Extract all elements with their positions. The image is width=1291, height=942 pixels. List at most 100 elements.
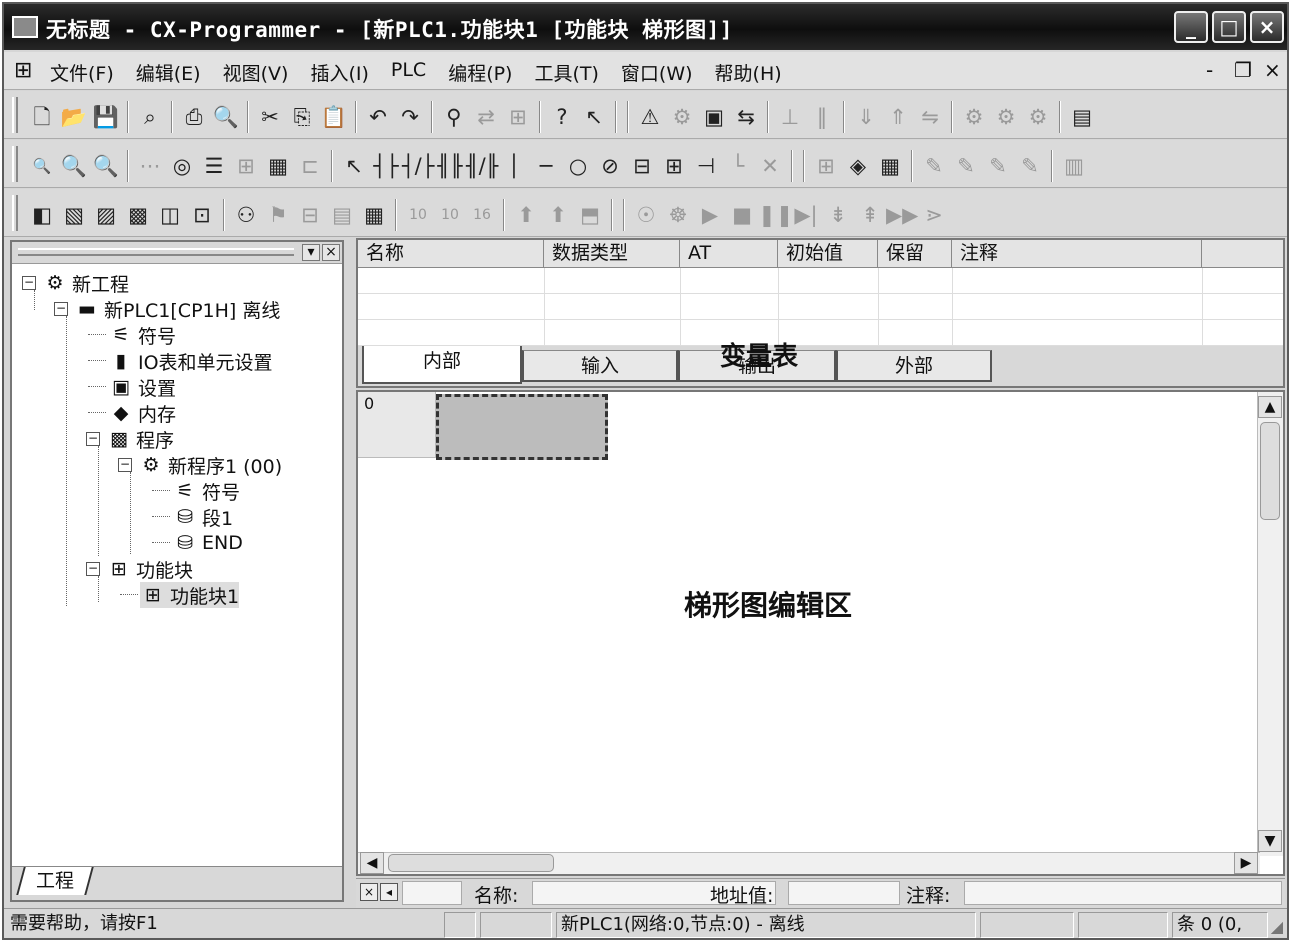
- zoom-out-icon[interactable]: 🔍: [26, 151, 58, 181]
- output-window-icon[interactable]: ▧: [58, 200, 90, 230]
- fb-window-icon[interactable]: ⊟: [294, 200, 326, 230]
- coil-icon[interactable]: ○: [562, 151, 594, 181]
- calendar-icon[interactable]: ▦: [874, 151, 906, 181]
- pause-icon[interactable]: ‖: [806, 102, 838, 132]
- col-datatype[interactable]: 数据类型: [544, 240, 680, 267]
- toolbar-more-icon[interactable]: ▥: [1058, 151, 1090, 181]
- scroll-right-button[interactable]: ▶: [1234, 852, 1258, 874]
- set-icon[interactable]: ⬆: [510, 200, 542, 230]
- set-value-icon[interactable]: ⬒: [574, 200, 606, 230]
- scroll-down-button[interactable]: ▼: [1258, 830, 1282, 852]
- tree-section-node[interactable]: ⛁ 段1: [172, 504, 233, 530]
- address-window-icon[interactable]: ▩: [122, 200, 154, 230]
- print-preview-icon[interactable]: 🔍: [210, 102, 242, 132]
- online-edit-cancel-icon[interactable]: ✎: [950, 151, 982, 181]
- toolbar-grip[interactable]: [12, 195, 18, 231]
- force-off-icon[interactable]: ⚙: [990, 102, 1022, 132]
- find-icon[interactable]: ⚲: [438, 102, 470, 132]
- tree-fb1-node[interactable]: ⊞ 功能块1: [140, 582, 240, 608]
- toolbar-grip[interactable]: [12, 146, 18, 182]
- coil-nc-icon[interactable]: ⊘: [594, 151, 626, 181]
- horizontal-scroll-thumb[interactable]: [388, 854, 554, 872]
- redo-icon[interactable]: ↷: [394, 102, 426, 132]
- mdi-restore-button[interactable]: ❐: [1234, 58, 1252, 82]
- run-mode-icon[interactable]: ⊥: [774, 102, 806, 132]
- cross-ref-icon[interactable]: ◫: [154, 200, 186, 230]
- simulator-icon[interactable]: ☉: [630, 200, 662, 230]
- online-edit-end-icon[interactable]: ✎: [1014, 151, 1046, 181]
- download-icon[interactable]: ⇓: [850, 102, 882, 132]
- compare-icon[interactable]: ⇋: [914, 102, 946, 132]
- continuous-step-icon[interactable]: ▶▶: [886, 200, 918, 230]
- monitor-icon[interactable]: ▣: [698, 102, 730, 132]
- ladder-editor[interactable]: 0 梯形图编辑区 ▲ ▼ ◀ ▶: [356, 390, 1285, 876]
- online-edit-icon[interactable]: ✎: [918, 151, 950, 181]
- vertical-scroll-thumb[interactable]: [1260, 422, 1280, 520]
- undo-icon[interactable]: ↶: [362, 102, 394, 132]
- menu-edit[interactable]: 编辑(E): [136, 59, 201, 86]
- document-icon[interactable]: ⊞: [14, 58, 32, 83]
- address-reference-icon[interactable]: ⊞: [502, 102, 534, 132]
- tree-plc-node[interactable]: − ▬ 新PLC1[CP1H] 离线: [54, 296, 280, 322]
- online-edit-send-icon[interactable]: ✎: [982, 151, 1014, 181]
- tree-newprog-node[interactable]: − ⚙ 新程序1 (00): [118, 452, 282, 478]
- force-cancel-icon[interactable]: ⚙: [1022, 102, 1054, 132]
- warning-icon[interactable]: ⚠: [634, 102, 666, 132]
- list-icon[interactable]: ☰: [198, 151, 230, 181]
- pause-sim-icon[interactable]: ❚❚: [758, 200, 793, 230]
- rung-number[interactable]: 0: [358, 392, 436, 458]
- scroll-up-button[interactable]: ▲: [1258, 396, 1282, 418]
- zoom-in-icon[interactable]: 🔍: [90, 151, 122, 181]
- stack-icon[interactable]: ◈: [842, 151, 874, 181]
- ladder-cursor[interactable]: [436, 394, 608, 460]
- variable-table-body[interactable]: [358, 268, 1283, 346]
- pane-close-button[interactable]: ×: [322, 244, 340, 261]
- paste-icon[interactable]: 📋: [318, 102, 350, 132]
- grid-icon[interactable]: ⋯: [134, 151, 166, 181]
- plc-info-icon[interactable]: ▤: [1066, 102, 1098, 132]
- tree-end-node[interactable]: ⛁ END: [172, 530, 243, 556]
- contact-no-icon[interactable]: ┤├: [370, 151, 402, 181]
- run-icon[interactable]: ▶: [694, 200, 726, 230]
- tree-memory-node[interactable]: ◆ 内存: [108, 400, 176, 426]
- contact-or-no-icon[interactable]: ╢╟: [434, 151, 466, 181]
- horizontal-line-icon[interactable]: ─: [530, 151, 562, 181]
- tree-symbols-node[interactable]: ⚟ 符号: [108, 322, 176, 348]
- menu-window[interactable]: 窗口(W): [621, 59, 693, 86]
- help-icon[interactable]: ?: [546, 102, 578, 132]
- tab-project[interactable]: 工程: [16, 867, 94, 895]
- tab-internal[interactable]: 内部: [362, 346, 522, 384]
- print-icon[interactable]: ⎙: [178, 102, 210, 132]
- properties-window-icon[interactable]: ⊡: [186, 200, 218, 230]
- show-comments-icon[interactable]: ◎: [166, 151, 198, 181]
- pane-dock-button[interactable]: ▾: [302, 244, 320, 261]
- tree-programs-node[interactable]: − ▩ 程序: [86, 426, 174, 452]
- rung-icon[interactable]: ⊞: [230, 151, 262, 181]
- collapse-toggle[interactable]: −: [118, 458, 132, 472]
- fb-param-icon[interactable]: ⊣: [690, 151, 722, 181]
- contact-or-nc-icon[interactable]: ╢/╟: [466, 151, 498, 181]
- sim-setup-icon[interactable]: ☸: [662, 200, 694, 230]
- app-icon[interactable]: [12, 16, 38, 38]
- contact-nc-icon[interactable]: ┤/├: [402, 151, 434, 181]
- mdi-minimize-button[interactable]: -: [1206, 58, 1213, 82]
- menu-plc[interactable]: PLC: [391, 59, 426, 86]
- instruction-icon[interactable]: ⊟: [626, 151, 658, 181]
- reset-icon[interactable]: ⬆: [542, 200, 574, 230]
- diagram-icon[interactable]: ⊞: [810, 151, 842, 181]
- tab-input[interactable]: 输入: [522, 350, 678, 382]
- collapse-toggle[interactable]: −: [54, 302, 68, 316]
- replace-icon[interactable]: ⇄: [470, 102, 502, 132]
- tree-root-node[interactable]: − ⚙ 新工程: [22, 270, 129, 296]
- col-at[interactable]: AT: [680, 240, 778, 267]
- open-folder-icon[interactable]: 📂: [58, 102, 90, 132]
- online-icon[interactable]: ⚙: [666, 102, 698, 132]
- upload-icon[interactable]: ⇑: [882, 102, 914, 132]
- tree-prog-symbols-node[interactable]: ⚟ 符号: [172, 478, 240, 504]
- mdi-close-button[interactable]: ×: [1264, 58, 1281, 82]
- pane-grip[interactable]: [18, 248, 294, 256]
- menu-help[interactable]: 帮助(H): [715, 59, 782, 86]
- minimize-button[interactable]: _: [1174, 11, 1208, 43]
- symbol-table-icon[interactable]: ⚑: [262, 200, 294, 230]
- vertical-scrollbar[interactable]: ▲ ▼: [1257, 392, 1283, 856]
